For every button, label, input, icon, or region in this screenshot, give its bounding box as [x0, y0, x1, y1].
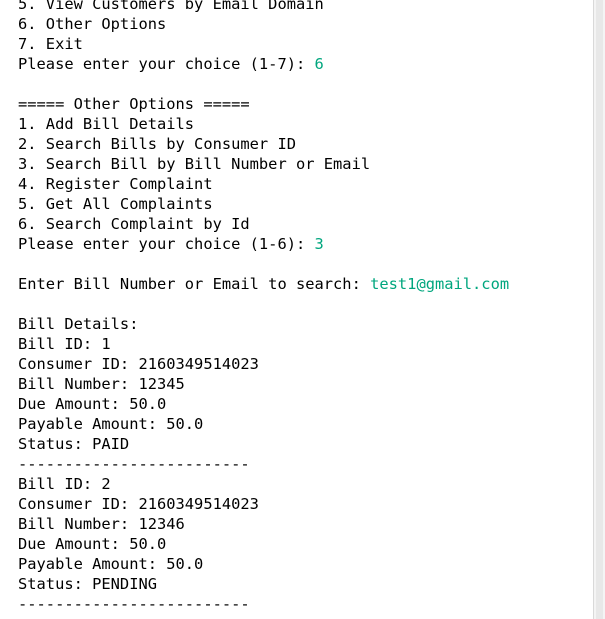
console-line: 3. Search Bill by Bill Number or Email	[18, 154, 509, 174]
console-line: -------------------------	[18, 594, 509, 614]
console-line-text: 4. Register Complaint	[18, 175, 213, 193]
console-line-text: Please enter your choice (1-6):	[18, 235, 315, 253]
console-line-text: -------------------------	[18, 455, 250, 473]
console-line: Status: PENDING	[18, 574, 509, 594]
console-line: Bill ID: 2	[18, 474, 509, 494]
user-input-text: 3	[314, 235, 324, 253]
console-line: Bill ID: 1	[18, 334, 509, 354]
user-input-text: test1@gmail.com	[370, 275, 510, 293]
console-line-text: ===== Other Options =====	[18, 95, 250, 113]
console-line-text: Status: PENDING	[18, 575, 157, 593]
console-line: 6. Other Options	[18, 14, 509, 34]
console-line: ===== Other Options =====	[18, 94, 509, 114]
console-line-text: Status: PAID	[18, 435, 130, 453]
console-line-text: Consumer ID: 2160349514023	[18, 495, 259, 513]
console-line: 6. Search Complaint by Id	[18, 214, 509, 234]
console-line: Payable Amount: 50.0	[18, 554, 509, 574]
console-line: Payable Amount: 50.0	[18, 414, 509, 434]
console-output[interactable]: 5. View Customers by Email Domain 6. Othe…	[0, 0, 594, 619]
console-line-text: Consumer ID: 2160349514023	[18, 355, 259, 373]
console-line: 5. View Customers by Email Domain	[18, 0, 509, 14]
console-line-text: 5. Get All Complaints	[18, 195, 213, 213]
console-line: 2. Search Bills by Consumer ID	[18, 134, 509, 154]
console-line: 7. Exit	[18, 34, 509, 54]
console-line: Bill Number: 12346	[18, 514, 509, 534]
console-line-text: Bill Details:	[18, 315, 139, 333]
console-line-text: 3. Search Bill by Bill Number or Email	[18, 155, 371, 173]
console-line: Consumer ID: 2160349514023	[18, 354, 509, 374]
console-line-text: Please enter your choice (1-7):	[18, 55, 315, 73]
console-line: 4. Register Complaint	[18, 174, 509, 194]
console-line-text: 7. Exit	[18, 35, 83, 53]
console-line: Due Amount: 50.0	[18, 534, 509, 554]
vertical-scrollbar[interactable]	[593, 0, 605, 619]
console-line: -------------------------	[18, 454, 509, 474]
console-line-text: Bill Number: 12345	[18, 375, 185, 393]
console-line-text: Bill ID: 1	[18, 335, 111, 353]
console-line-text: Due Amount: 50.0	[18, 395, 167, 413]
console-line-text: -------------------------	[18, 595, 250, 613]
console-line: Consumer ID: 2160349514023	[18, 494, 509, 514]
user-input-text: 6	[314, 55, 324, 73]
console-line-text: 6. Other Options	[18, 15, 167, 33]
console-line: 5. Get All Complaints	[18, 194, 509, 214]
console-line: Please enter your choice (1-6): 3	[18, 234, 509, 254]
console-line: Enter Bill Number or Email to search: te…	[18, 274, 509, 294]
console-line-text: 6. Search Complaint by Id	[18, 215, 250, 233]
console-line-text: 2. Search Bills by Consumer ID	[18, 135, 296, 153]
console-line-text: 5. View Customers by Email Domain	[18, 0, 324, 13]
console-line: Please enter your choice (1-7): 6	[18, 54, 509, 74]
console-line: Bill Number: 12345	[18, 374, 509, 394]
console-line-text: Payable Amount: 50.0	[18, 415, 204, 433]
console-line-text: Payable Amount: 50.0	[18, 555, 204, 573]
console-line-text: Due Amount: 50.0	[18, 535, 167, 553]
console-line: Bill Details:	[18, 314, 509, 334]
console-line: Status: PAID	[18, 434, 509, 454]
console-line: Due Amount: 50.0	[18, 394, 509, 414]
console-line-text: Bill Number: 12346	[18, 515, 185, 533]
console-line-text: Enter Bill Number or Email to search:	[18, 275, 371, 293]
console-lines: 5. View Customers by Email Domain 6. Othe…	[18, 0, 509, 614]
console-line-text: Bill ID: 2	[18, 475, 111, 493]
console-line: 1. Add Bill Details	[18, 114, 509, 134]
console-line-text: 1. Add Bill Details	[18, 115, 195, 133]
scrollbar-thumb[interactable]	[596, 0, 603, 619]
